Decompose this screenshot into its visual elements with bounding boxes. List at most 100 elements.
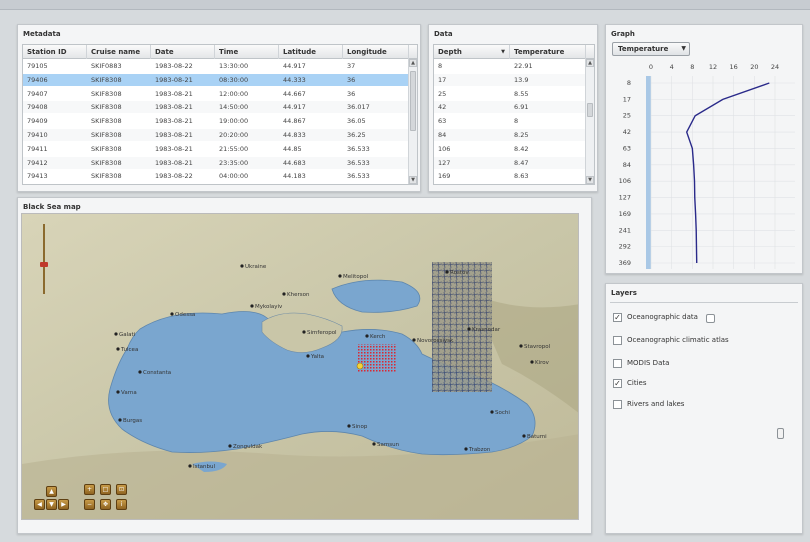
scroll-down-icon[interactable]: ▼	[586, 176, 594, 184]
city-dot[interactable]	[464, 447, 468, 451]
checkbox-checked-icon[interactable]: ✓	[613, 313, 622, 322]
layer-label: Cities	[627, 379, 647, 387]
table-row[interactable]: 79410 SKIF8308 1983-08-21 20:20:00 44.833 36.…	[23, 129, 409, 141]
zoom-in-button[interactable]: +	[84, 484, 95, 495]
col-header-cruise-name[interactable]: Cruise name	[87, 45, 151, 59]
col-header-time[interactable]: Time	[215, 45, 279, 59]
city-dot[interactable]	[490, 410, 494, 414]
table-row[interactable]: 25 8.55	[434, 88, 586, 100]
table-cell: 8.25	[514, 131, 529, 139]
city-dot[interactable]	[282, 292, 286, 296]
map-canvas[interactable]: Ukraine Odessa Mykolayiv Kherson Melitopol Si…	[22, 214, 579, 520]
city-dot[interactable]	[412, 338, 416, 342]
black-sea-map[interactable]: Ukraine Odessa Mykolayiv Kherson Melitopol Si…	[21, 213, 579, 520]
layer-options-toggle[interactable]	[706, 314, 715, 323]
table-row[interactable]: 79409 SKIF8308 1983-08-21 19:00:00 44.867 36.…	[23, 115, 409, 127]
x-tick-label: 16	[730, 63, 738, 71]
city-label: Samsun	[377, 442, 400, 448]
city-dot[interactable]	[114, 332, 118, 336]
table-row[interactable]: 169 8.63	[434, 170, 586, 182]
metadata-scrollbar[interactable]: ▲ ▼	[408, 59, 417, 184]
city-dot[interactable]	[347, 424, 351, 428]
table-row[interactable]: 127 8.47	[434, 156, 586, 169]
table-row[interactable]: 8 22.91	[434, 60, 586, 72]
city-dot[interactable]	[118, 418, 122, 422]
col-header-depth[interactable]: Depth ▼	[434, 45, 510, 59]
oceanographic-stations[interactable]	[358, 344, 396, 372]
pan-right-button[interactable]: ▶	[58, 499, 69, 510]
scroll-thumb[interactable]	[587, 103, 593, 117]
table-cell: 36.017	[347, 103, 370, 112]
checkbox-icon[interactable]	[613, 359, 622, 368]
pan-up-button[interactable]: ▲	[46, 486, 57, 497]
zoom-extent-icon[interactable]: ⊡	[116, 484, 127, 495]
zoom-out-button[interactable]: −	[84, 499, 95, 510]
city-dot[interactable]	[365, 334, 369, 338]
city-dot[interactable]	[240, 264, 244, 268]
scroll-up-icon[interactable]: ▲	[586, 59, 594, 67]
city-dot[interactable]	[188, 464, 192, 468]
col-header-date[interactable]: Date	[151, 45, 215, 59]
table-cell: 1983-08-21	[155, 75, 193, 84]
table-row[interactable]: 63 8	[434, 115, 586, 127]
scroll-thumb[interactable]	[410, 71, 416, 131]
city-dot[interactable]	[338, 274, 342, 278]
table-cell: 36.25	[347, 131, 366, 139]
table-cell: 8.47	[514, 158, 529, 167]
city-dot[interactable]	[519, 344, 523, 348]
col-header-longitude[interactable]: Longitude	[343, 45, 409, 59]
info-tool-icon[interactable]: i	[116, 499, 127, 510]
city-dot[interactable]	[445, 270, 449, 274]
city-dot[interactable]	[530, 360, 534, 364]
zoom-slider[interactable]	[40, 224, 48, 294]
city-dot[interactable]	[302, 330, 306, 334]
city-dot[interactable]	[306, 354, 310, 358]
table-cell: 1983-08-21	[155, 131, 193, 139]
checkbox-icon[interactable]	[613, 400, 622, 409]
city-dot[interactable]	[116, 390, 120, 394]
table-cell: 42	[438, 103, 447, 112]
table-row[interactable]: 79105 SKIF0883 1983-08-22 13:30:00 44.917 37	[23, 60, 409, 72]
scroll-up-icon[interactable]: ▲	[409, 59, 417, 67]
table-cell: 36.533	[347, 172, 370, 181]
city-dot[interactable]	[372, 442, 376, 446]
selected-station-marker[interactable]	[356, 362, 364, 370]
scroll-down-icon[interactable]: ▼	[409, 176, 417, 184]
table-row[interactable]: 79411 SKIF8308 1983-08-21 21:55:00 44.85 36.5…	[23, 143, 409, 155]
city-dot[interactable]	[228, 444, 232, 448]
col-header-temperature[interactable]: Temperature	[510, 45, 586, 59]
table-row[interactable]: 79406 SKIF8308 1983-08-21 08:30:00 44.333 36	[23, 73, 409, 86]
table-row[interactable]: 17 13.9	[434, 73, 586, 86]
city-dot[interactable]	[170, 312, 174, 316]
zoom-box-icon[interactable]: □	[100, 484, 111, 495]
map-title: Black Sea map	[23, 203, 81, 211]
checkbox-checked-icon[interactable]: ✓	[613, 379, 622, 388]
table-row[interactable]: 84 8.25	[434, 129, 586, 141]
city-dot[interactable]	[138, 370, 142, 374]
layers-scroll-handle[interactable]	[777, 428, 784, 439]
y-tick-label: 63	[623, 144, 631, 152]
col-header-station-id[interactable]: Station ID	[23, 45, 87, 59]
col-header-latitude[interactable]: Latitude	[279, 45, 343, 59]
table-row[interactable]: 79413 SKIF8308 1983-08-22 04:00:00 44.183 36.…	[23, 170, 409, 182]
data-scrollbar[interactable]: ▲ ▼	[585, 59, 594, 184]
zoom-slider-thumb[interactable]	[40, 262, 48, 267]
checkbox-icon[interactable]	[613, 336, 622, 345]
sort-desc-icon[interactable]: ▼	[501, 45, 505, 59]
city-dot[interactable]	[116, 347, 120, 351]
pan-down-button[interactable]: ▼	[46, 499, 57, 510]
city-dot[interactable]	[467, 327, 471, 331]
table-row[interactable]: 79408 SKIF8308 1983-08-21 14:50:00 44.917 36.…	[23, 101, 409, 114]
layer-label: MODIS Data	[627, 359, 670, 367]
city-dot[interactable]	[522, 434, 526, 438]
pan-tool-icon[interactable]: ✥	[100, 499, 111, 510]
table-row[interactable]: 79412 SKIF8308 1983-08-21 23:35:00 44.683 36.…	[23, 156, 409, 169]
variable-dropdown[interactable]: Temperature ▼	[612, 42, 690, 56]
table-row[interactable]: 106 8.42	[434, 143, 586, 155]
pan-left-button[interactable]: ◀	[34, 499, 45, 510]
table-cell: SKIF8308	[91, 89, 122, 98]
table-row[interactable]: 42 6.91	[434, 101, 586, 114]
city-dot[interactable]	[250, 304, 254, 308]
layers-title-divider	[610, 302, 798, 303]
table-row[interactable]: 79407 SKIF8308 1983-08-21 12:00:00 44.667 36	[23, 88, 409, 100]
